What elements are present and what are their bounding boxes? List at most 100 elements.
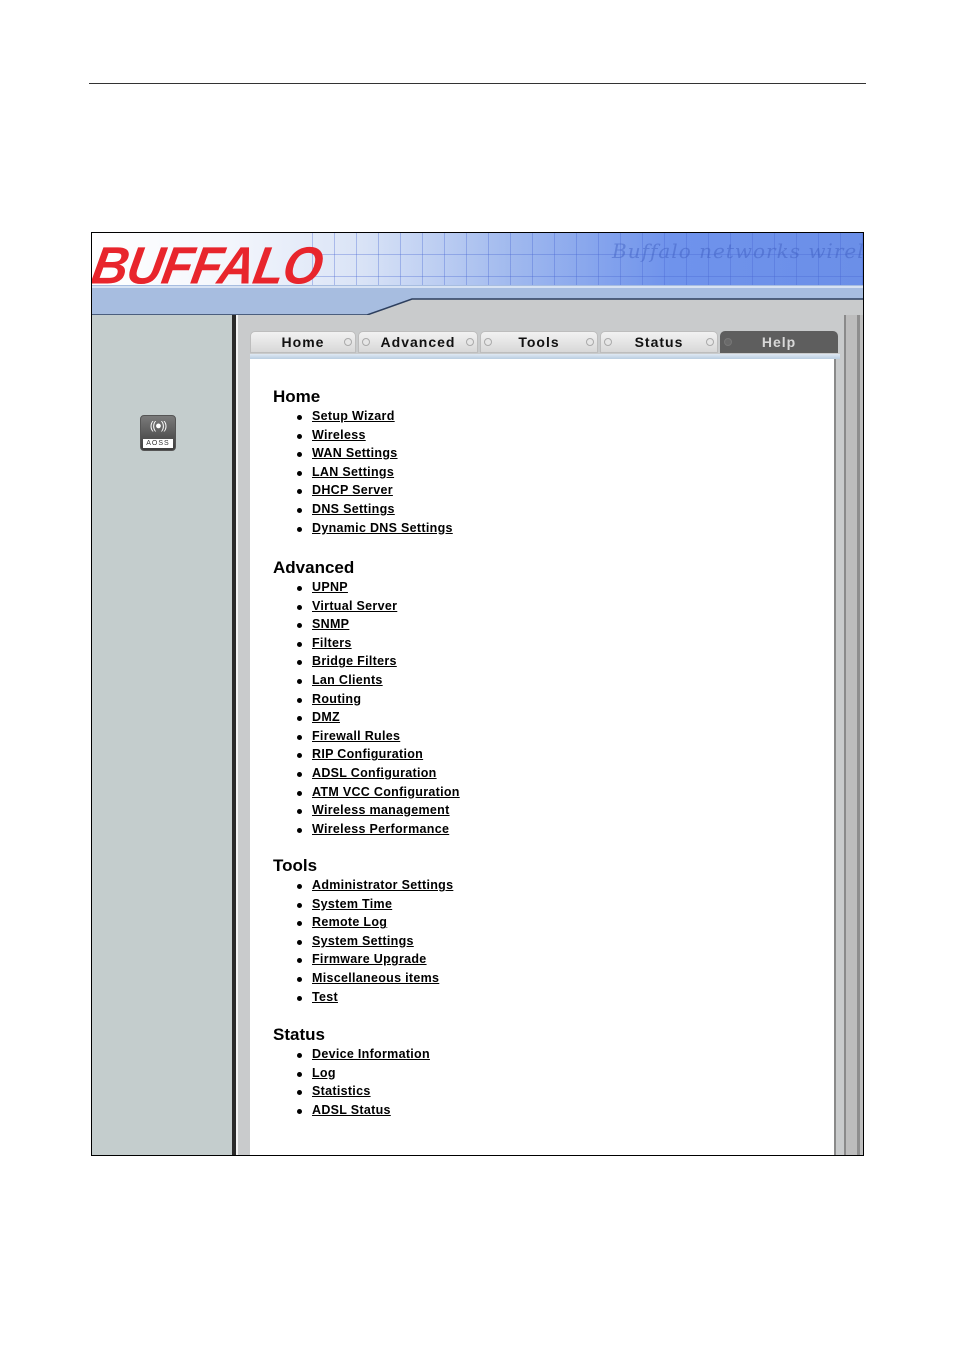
list-item: WAN Settings	[273, 444, 453, 463]
list-item: Miscellaneous items	[273, 969, 453, 988]
help-link[interactable]: Bridge Filters	[312, 654, 397, 668]
tab-knob-icon	[484, 338, 492, 346]
help-link[interactable]: Dynamic DNS Settings	[312, 521, 453, 535]
help-link[interactable]: Virtual Server	[312, 599, 397, 613]
section-title: Home	[273, 387, 321, 406]
list-item: Routing	[273, 690, 460, 709]
help-link[interactable]: Setup Wizard	[312, 409, 395, 423]
tab-knob-icon	[344, 338, 352, 346]
help-link[interactable]: Firmware Upgrade	[312, 952, 427, 966]
list-item: Administrator Settings	[273, 876, 453, 895]
help-link[interactable]: WAN Settings	[312, 446, 398, 460]
help-link[interactable]: LAN Settings	[312, 465, 394, 479]
help-link[interactable]: System Time	[312, 897, 392, 911]
help-link[interactable]: SNMP	[312, 617, 349, 631]
banner-script-text: Buffalo networks wireless	[612, 239, 863, 263]
tab-knob-icon	[466, 338, 474, 346]
tab-knob-icon	[362, 338, 370, 346]
help-link[interactable]: Remote Log	[312, 915, 387, 929]
list-item: SNMP	[273, 615, 460, 634]
help-link[interactable]: Lan Clients	[312, 673, 383, 687]
aoss-wireless-icon: ((●))	[149, 420, 167, 432]
list-item: Statistics	[273, 1082, 430, 1101]
router-ui-screenshot: Buffalo networks wireless BUFFALO ((●)) …	[91, 232, 864, 1156]
tab-label: Home	[281, 334, 325, 350]
banner-band	[92, 285, 863, 315]
tab-knob-icon	[706, 338, 714, 346]
help-link[interactable]: Statistics	[312, 1084, 371, 1098]
help-link[interactable]: ATM VCC Configuration	[312, 785, 460, 799]
list-item: Dynamic DNS Settings	[273, 519, 453, 538]
scrollbar-track	[857, 315, 860, 1155]
header-banner: Buffalo networks wireless BUFFALO	[92, 233, 863, 315]
list-item: DHCP Server	[273, 481, 453, 500]
list-item: Remote Log	[273, 913, 453, 932]
help-content: Home Setup Wizard Wireless WAN Settings LAN…	[250, 359, 836, 1155]
help-link[interactable]: ADSL Status	[312, 1103, 391, 1117]
section-advanced: Advanced UPNP Virtual Server SNMP Filters Br…	[273, 558, 460, 838]
tab-label: Advanced	[380, 334, 456, 350]
list-item: System Time	[273, 895, 453, 914]
help-link[interactable]: DNS Settings	[312, 502, 395, 516]
link-list: Administrator Settings System Time Remote …	[273, 876, 453, 1006]
list-item: Wireless	[273, 426, 453, 445]
help-link[interactable]: RIP Configuration	[312, 747, 423, 761]
tab-label: Tools	[518, 334, 560, 350]
section-tools: Tools Administrator Settings System Time R…	[273, 856, 453, 1006]
help-link[interactable]: Wireless management	[312, 803, 450, 817]
section-title: Advanced	[273, 558, 355, 577]
tab-tools[interactable]: Tools	[480, 331, 598, 353]
link-list: Device Information Log Statistics ADSL Stat…	[273, 1045, 430, 1119]
list-item: Bridge Filters	[273, 652, 460, 671]
section-home: Home Setup Wizard Wireless WAN Settings LAN…	[273, 387, 453, 537]
link-list: Setup Wizard Wireless WAN Settings LAN Sett…	[273, 407, 453, 537]
aoss-label: AOSS	[143, 439, 173, 448]
help-link[interactable]: DMZ	[312, 710, 340, 724]
help-link[interactable]: Administrator Settings	[312, 878, 453, 892]
list-item: Wireless Performance	[273, 820, 460, 839]
help-link[interactable]: Wireless Performance	[312, 822, 449, 836]
left-sidebar: ((●)) AOSS	[92, 315, 232, 1155]
tab-label: Status	[634, 334, 684, 350]
vertical-scrollbar[interactable]	[844, 315, 863, 1155]
help-link[interactable]: UPNP	[312, 580, 348, 594]
list-item: ADSL Status	[273, 1101, 430, 1120]
section-title: Status	[273, 1025, 325, 1044]
help-link[interactable]: Device Information	[312, 1047, 430, 1061]
list-item: Wireless management	[273, 801, 460, 820]
link-list: UPNP Virtual Server SNMP Filters Bridge Filt…	[273, 578, 460, 838]
list-item: Device Information	[273, 1045, 430, 1064]
help-link[interactable]: Filters	[312, 636, 352, 650]
tab-knob-icon	[724, 338, 732, 346]
section-title: Tools	[273, 856, 318, 875]
tab-label: Help	[761, 334, 797, 350]
list-item: Virtual Server	[273, 597, 460, 616]
tab-status[interactable]: Status	[600, 331, 718, 353]
section-status: Status Device Information Log Statistics AD…	[273, 1025, 430, 1119]
tab-advanced[interactable]: Advanced	[358, 331, 478, 353]
help-link[interactable]: Routing	[312, 692, 361, 706]
list-item: UPNP	[273, 578, 460, 597]
help-link[interactable]: DHCP Server	[312, 483, 393, 497]
help-link[interactable]: Wireless	[312, 428, 366, 442]
help-link[interactable]: ADSL Configuration	[312, 766, 437, 780]
list-item: Lan Clients	[273, 671, 460, 690]
tab-home[interactable]: Home	[250, 331, 356, 353]
list-item: DMZ	[273, 708, 460, 727]
help-link[interactable]: Miscellaneous items	[312, 971, 439, 985]
tab-help[interactable]: Help	[720, 331, 838, 353]
help-link[interactable]: Log	[312, 1066, 336, 1080]
tab-knob-icon	[604, 338, 612, 346]
help-link[interactable]: Test	[312, 990, 338, 1004]
aoss-button[interactable]: ((●)) AOSS	[140, 415, 176, 451]
page-header-rule	[89, 83, 866, 84]
list-item: Filters	[273, 634, 460, 653]
main-tabs: Home Advanced Tools Status Help	[250, 331, 840, 355]
help-link[interactable]: System Settings	[312, 934, 414, 948]
list-item: System Settings	[273, 932, 453, 951]
list-item: Firewall Rules	[273, 727, 460, 746]
list-item: Log	[273, 1064, 430, 1083]
list-item: Firmware Upgrade	[273, 950, 453, 969]
help-link[interactable]: Firewall Rules	[312, 729, 400, 743]
list-item: RIP Configuration	[273, 745, 460, 764]
